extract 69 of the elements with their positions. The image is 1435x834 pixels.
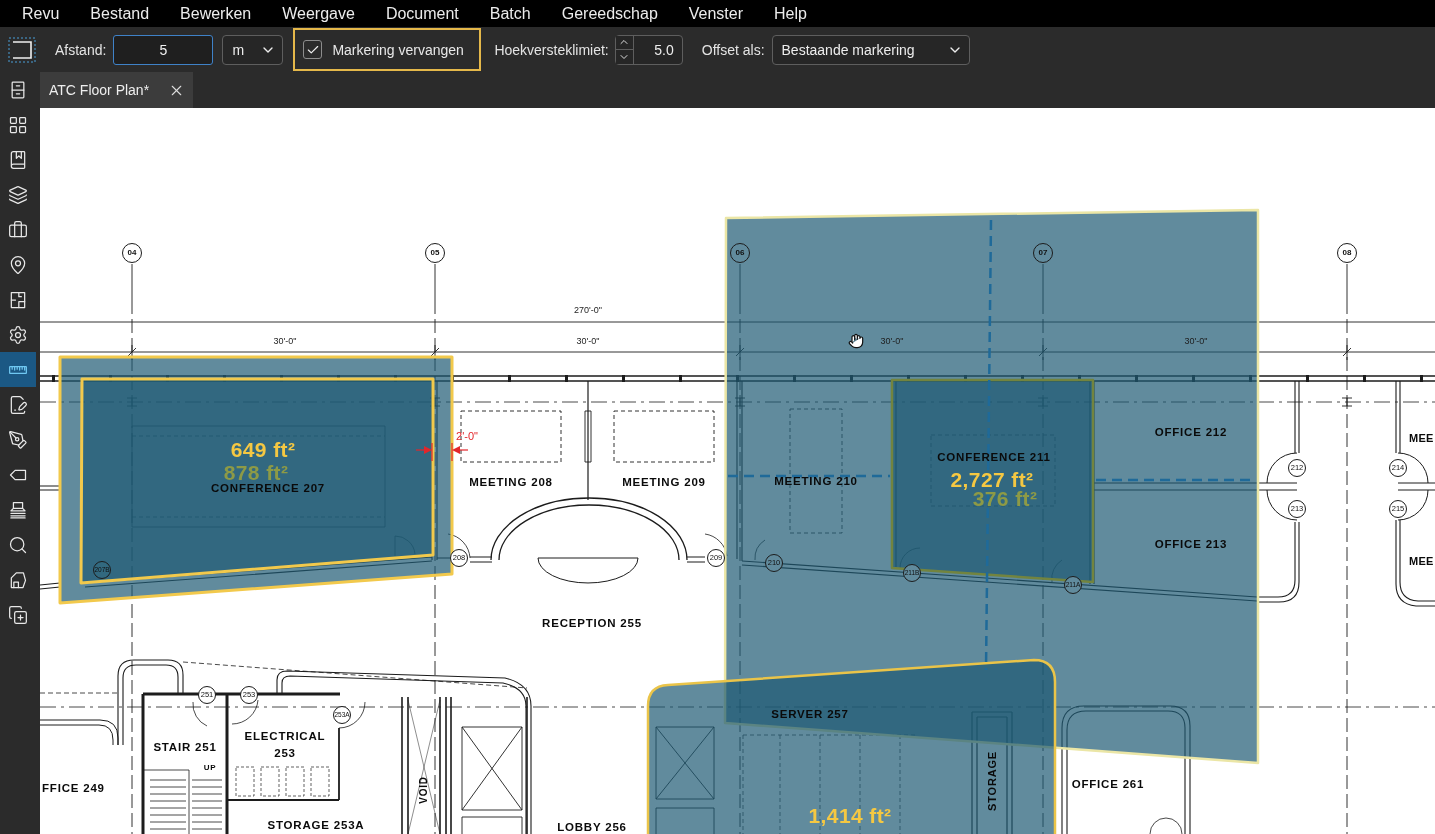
- area-label: 2,727 ft²: [950, 469, 1034, 491]
- menu-item[interactable]: Venster: [688, 3, 744, 24]
- room-label: ELECTRICAL: [244, 731, 326, 743]
- offset-label: Offset als:: [701, 41, 765, 58]
- room-label: RECEPTION 255: [542, 618, 642, 630]
- length-label: 2'-0": [456, 430, 478, 442]
- increment-button[interactable]: [615, 35, 634, 50]
- distance-input[interactable]: 5: [113, 34, 214, 65]
- hand-cursor-icon: [848, 333, 864, 349]
- checkbox-label[interactable]: Markering vervangen: [332, 41, 464, 58]
- room-label: MEE: [1409, 555, 1434, 567]
- unit-dropdown[interactable]: m: [222, 34, 284, 65]
- menu-item[interactable]: Revu: [22, 3, 60, 24]
- room-label: CONFERENCE 207: [210, 483, 326, 495]
- floor-plan-icon: [8, 289, 28, 310]
- dimension-label: 30'-0": [273, 337, 297, 347]
- area-label: 878 ft²: [223, 462, 289, 484]
- dimension-label: 270'-0": [574, 306, 602, 316]
- room-label: CONFERENCE 211: [937, 452, 1051, 464]
- room-label: SERVER 257: [771, 709, 849, 721]
- room-label: MEETING 210: [774, 476, 858, 488]
- dimension-label: 30'-0": [576, 337, 600, 347]
- room-label: 253: [274, 748, 296, 760]
- menu-item[interactable]: Bewerken: [180, 3, 252, 24]
- room-label: STAIR 251: [153, 742, 217, 754]
- pen-nib-icon: [8, 429, 28, 450]
- miter-limit-spinner[interactable]: 5.0: [614, 34, 683, 65]
- checkbox[interactable]: [303, 40, 323, 59]
- room-label: STORAGE: [986, 751, 998, 811]
- dimension-label: 30'-0": [1184, 337, 1208, 347]
- menu-item[interactable]: Gereedschap: [561, 3, 658, 24]
- menu-item[interactable]: Weergave: [282, 3, 355, 24]
- room-label: OFFICE 261: [1071, 779, 1145, 791]
- room-label: MEETING 208: [469, 477, 553, 489]
- dimension-label: 30'-0": [880, 337, 904, 347]
- layers-icon: [8, 184, 28, 205]
- miter-limit-label: Hoekversteklimiet:: [494, 41, 609, 58]
- search-icon: [8, 534, 28, 555]
- menu-item[interactable]: Batch: [489, 3, 531, 24]
- room-label: OFFICE 213: [1154, 539, 1228, 551]
- area-label: 1,414 ft²: [808, 805, 892, 827]
- polygon-icon: [8, 569, 28, 590]
- area-label: 376 ft²: [972, 488, 1038, 510]
- settings-icon: [8, 324, 28, 345]
- room-label: OFFICE 212: [1154, 427, 1228, 439]
- area-label: 649 ft²: [230, 439, 296, 461]
- document-pen-icon: [8, 394, 28, 415]
- decrement-button[interactable]: [615, 50, 634, 64]
- menu-item[interactable]: Help: [774, 3, 807, 24]
- distance-label: Afstand:: [55, 41, 107, 58]
- dashed-rectangle-icon[interactable]: [8, 36, 36, 63]
- grid-icon: [8, 114, 28, 135]
- room-label: VOID: [419, 776, 429, 804]
- room-label: STORAGE 253A: [267, 820, 365, 832]
- menu-item[interactable]: Document: [385, 3, 459, 24]
- room-label: MEE: [1409, 432, 1434, 444]
- room-label: MEETING 209: [622, 477, 706, 489]
- miter-limit-input[interactable]: 5.0: [633, 35, 682, 64]
- room-label: UP: [203, 764, 217, 773]
- page-stack-icon: [8, 499, 28, 520]
- offset-dropdown[interactable]: Bestaande markering: [771, 34, 970, 65]
- copy-plus-icon: [8, 604, 28, 625]
- map-pin-icon: [8, 254, 28, 275]
- bookmark-icon: [8, 149, 28, 170]
- room-label: FFICE 249: [42, 783, 105, 795]
- room-label: LOBBY 256: [557, 822, 627, 834]
- menu-item[interactable]: Bestand: [90, 3, 150, 24]
- briefcase-icon: [8, 219, 28, 240]
- document-tab[interactable]: ATC Floor Plan*: [40, 72, 193, 108]
